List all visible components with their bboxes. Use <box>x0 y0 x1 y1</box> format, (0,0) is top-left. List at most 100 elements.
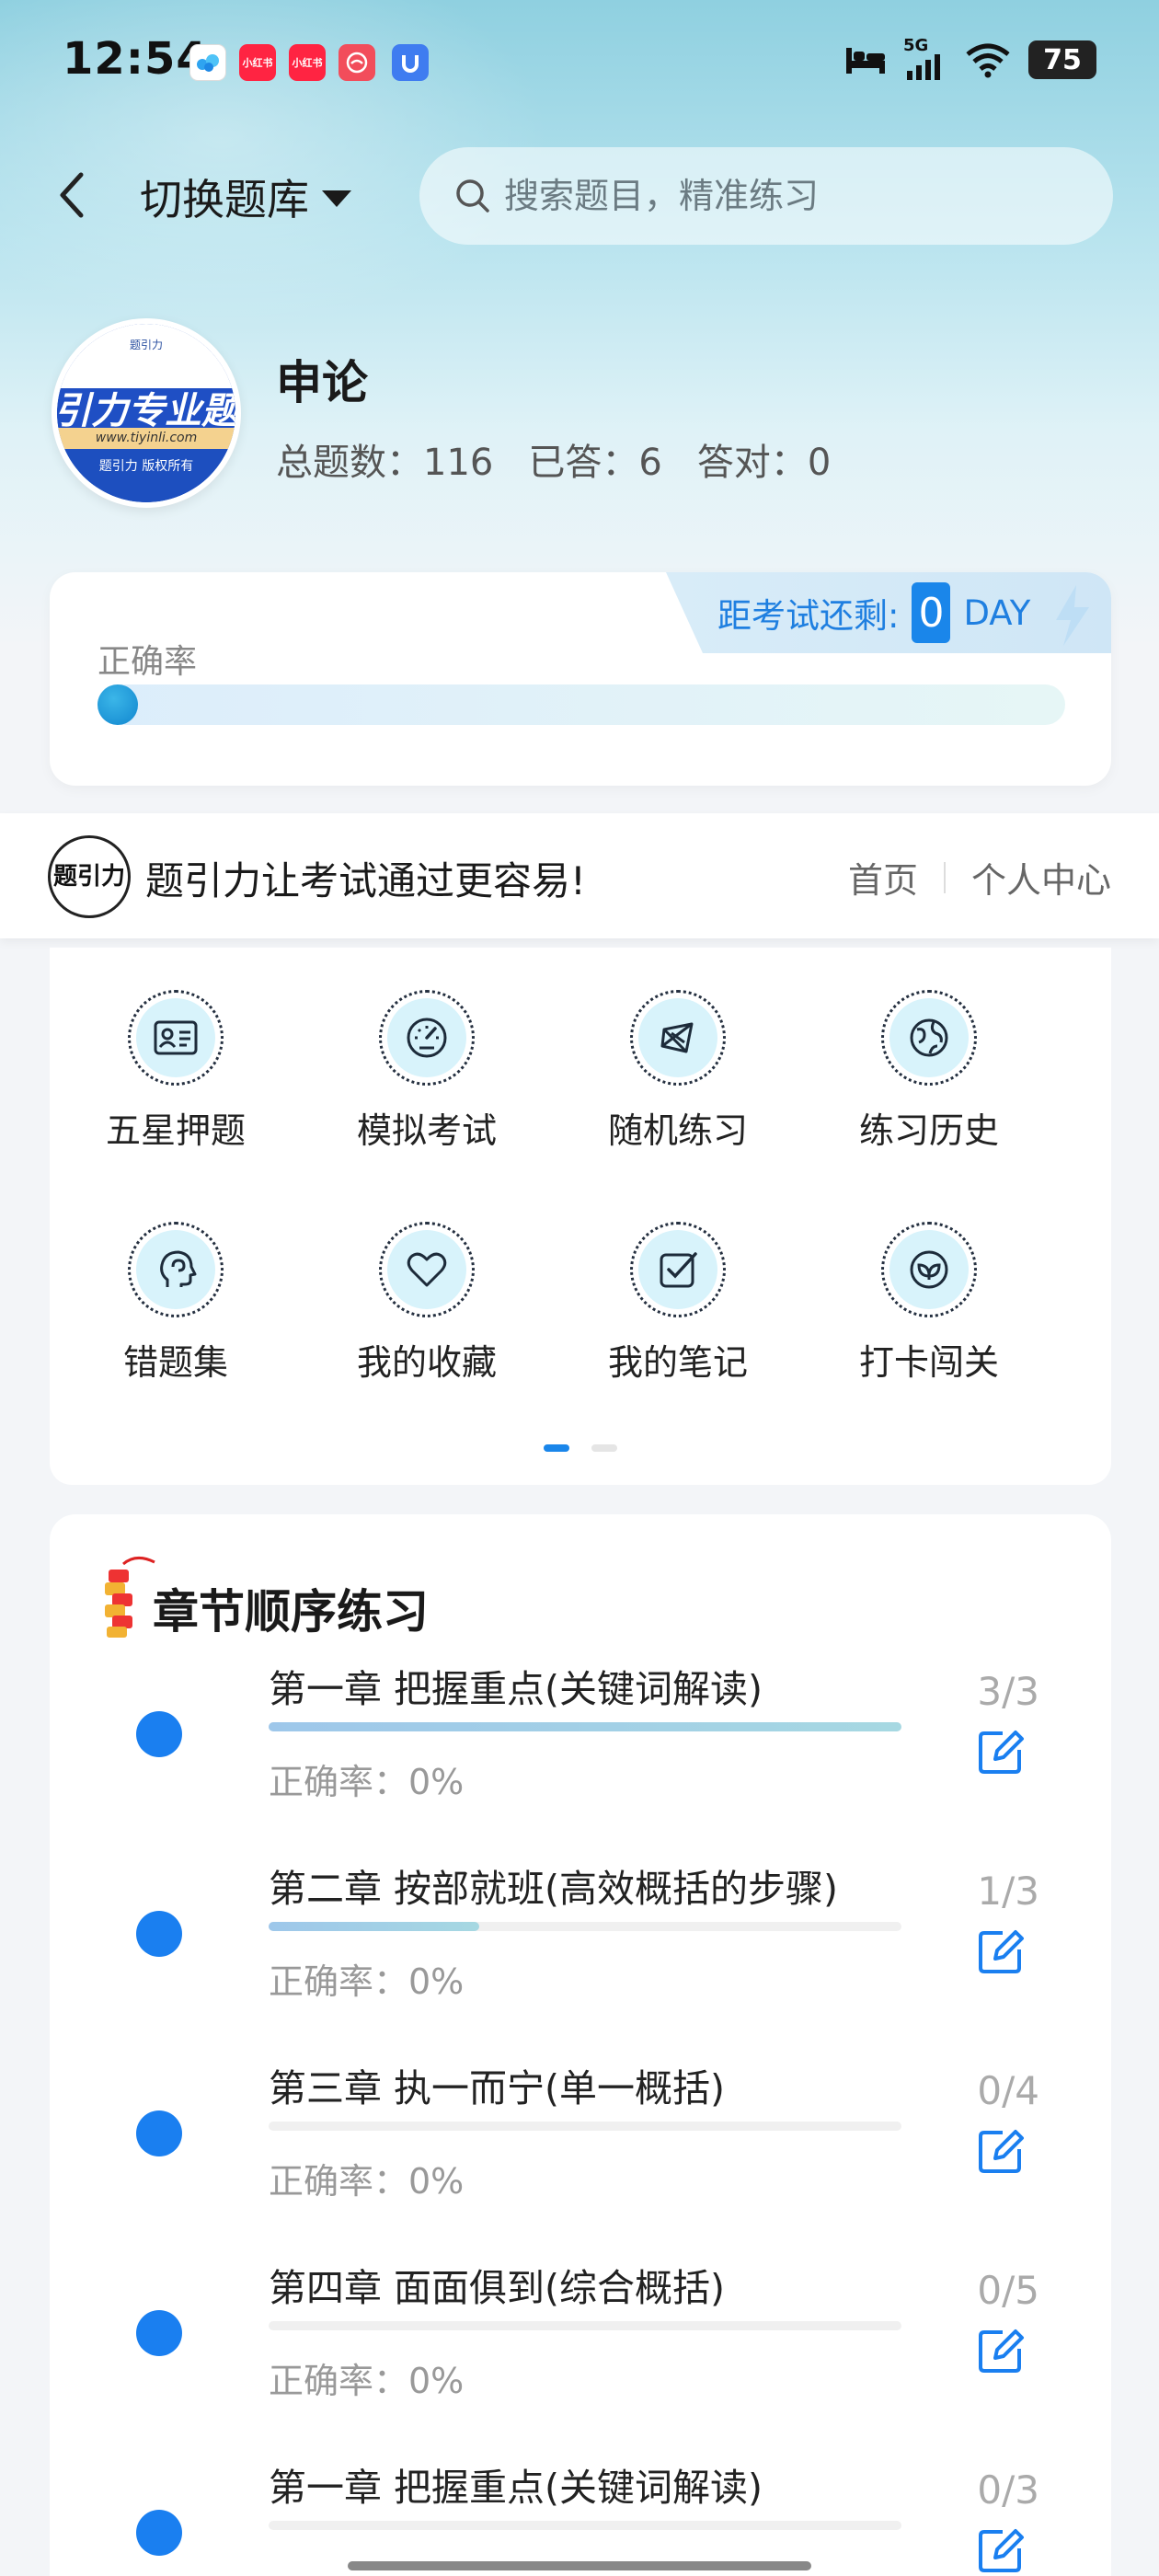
stats-row: 总题数：116 已答：6 答对：0 <box>276 432 831 486</box>
signal-icon: 5G <box>903 36 947 80</box>
feature-five-star[interactable]: 五星押题 <box>51 948 301 1159</box>
search-box[interactable] <box>419 147 1113 245</box>
head-brain-icon <box>160 1250 197 1287</box>
chapter-count: 0/4 <box>977 2068 1039 2113</box>
accuracy-label: 正确率 <box>98 643 198 681</box>
chapter-count: 0/3 <box>977 2467 1039 2513</box>
chapter-row[interactable]: 第四章 面面俱到(综合概括) 正确率：0% 0/5 <box>50 2257 1111 2456</box>
chapter-row[interactable]: 第三章 执一而宁(单一概括) 正确率：0% 0/4 <box>50 2057 1111 2257</box>
xiaohongshu-icon: 小红书 <box>289 44 326 81</box>
id-card-icon <box>154 1020 198 1055</box>
chapter-practice-card: 章节顺序练习 第一章 把握重点(关键词解读) 正确率：0% 3/3 第二章 按部… <box>50 1514 1111 2576</box>
chapter-row[interactable]: 第一章 把握重点(关键词解读) 正确率：0% 3/3 <box>50 1658 1111 1857</box>
search-icon <box>456 179 489 213</box>
chapter-progress-track <box>269 1722 901 1731</box>
feature-label: 随机练习 <box>607 1110 748 1151</box>
switch-bank-dropdown[interactable]: 切换题库 <box>140 167 351 226</box>
edit-icon[interactable] <box>975 1726 1027 1777</box>
accuracy-progress-track <box>98 684 1065 725</box>
status-time: 12:54 <box>63 33 208 85</box>
chapter-progress-fill <box>269 1922 480 1931</box>
note-check-icon <box>660 1252 697 1288</box>
chapter-title: 第三章 执一而宁(单一概括) <box>269 2066 726 2110</box>
status-bar: 12:54 小红书 小红书 5G 75 <box>0 0 1159 120</box>
chevron-left-icon <box>60 172 84 218</box>
feature-label: 我的笔记 <box>607 1342 748 1383</box>
chapter-dot <box>136 2110 182 2156</box>
logo-band-text: 引力专业题 <box>57 387 235 432</box>
pager-dots <box>50 1444 1111 1452</box>
wifi-icon <box>966 43 1010 78</box>
exam-countdown: 距考试还剩: 0 DAY <box>666 572 1111 653</box>
lightning-icon <box>1056 585 1089 646</box>
countdown-value: 0 <box>912 582 951 643</box>
xiaohongshu-icon: 小红书 <box>239 44 276 81</box>
slogan-bar: 题引力 题引力让考试通过更容易! 首页 个人中心 <box>0 813 1159 938</box>
countdown-unit: DAY <box>963 592 1031 633</box>
feature-history[interactable]: 练习历史 <box>804 948 1054 1159</box>
stat-correct: 答对：0 <box>696 442 832 484</box>
chapter-row[interactable]: 第一章 把握重点(关键词解读) 0/3 <box>50 2456 1111 2576</box>
pager-dot[interactable] <box>591 1444 617 1452</box>
feature-wrong-questions[interactable]: 错题集 <box>51 1179 301 1391</box>
top-nav: 首页 个人中心 <box>848 852 1111 903</box>
chapter-count: 0/5 <box>977 2268 1039 2313</box>
chapter-progress-track <box>269 2321 901 2330</box>
heart-icon <box>407 1252 447 1287</box>
leaf-badge-icon <box>910 1250 948 1289</box>
nav-profile-link[interactable]: 个人中心 <box>971 852 1111 903</box>
battery-indicator: 75 <box>1028 40 1096 79</box>
bed-icon <box>846 48 885 74</box>
edit-icon[interactable] <box>975 1926 1027 1977</box>
random-network-icon <box>660 1022 694 1053</box>
app-icon <box>339 44 375 81</box>
search-input[interactable] <box>504 176 1056 216</box>
nav-home-link[interactable]: 首页 <box>848 852 918 903</box>
feature-label: 五星押题 <box>105 1110 246 1151</box>
globe-icon <box>910 1018 948 1057</box>
chapter-title: 第一章 把握重点(关键词解读) <box>269 2466 763 2510</box>
chapter-section-title: 章节顺序练习 <box>153 1585 429 1639</box>
chapter-dot <box>136 2310 182 2356</box>
edit-icon[interactable] <box>975 2125 1027 2177</box>
stat-total: 总题数：116 <box>276 442 494 484</box>
feature-favorites[interactable]: 我的收藏 <box>302 1179 552 1391</box>
chapter-dot <box>136 2510 182 2556</box>
stat-answered: 已答：6 <box>528 442 662 484</box>
logo-copyright-text: 题引力 版权所有 <box>57 448 235 502</box>
home-indicator[interactable] <box>348 2561 811 2570</box>
switch-bank-label: 切换题库 <box>140 175 309 224</box>
chapter-row[interactable]: 第二章 按部就班(高效概括的步骤) 正确率：0% 1/3 <box>50 1857 1111 2057</box>
chapter-progress-track <box>269 2521 901 2530</box>
chapter-count: 1/3 <box>977 1869 1039 1914</box>
logo-top-text: 题引力 <box>129 339 163 351</box>
system-icons: 5G 75 <box>844 36 1096 83</box>
app-icon-blue <box>392 44 429 81</box>
firecracker-icon <box>105 1557 155 1638</box>
back-button[interactable] <box>52 166 92 224</box>
speedometer-icon <box>407 1018 447 1058</box>
feature-label: 错题集 <box>122 1342 228 1383</box>
chapter-progress-track <box>269 2122 901 2131</box>
edit-icon[interactable] <box>975 2524 1027 2576</box>
edit-icon[interactable] <box>975 2325 1027 2376</box>
feature-random-practice[interactable]: 随机练习 <box>553 948 803 1159</box>
chapter-accuracy: 正确率：0% <box>269 2161 465 2202</box>
feature-label: 我的收藏 <box>356 1342 497 1383</box>
feature-notes[interactable]: 我的笔记 <box>553 1179 803 1391</box>
nav-divider <box>943 861 946 893</box>
caret-down-icon <box>322 190 351 207</box>
chapter-accuracy: 正确率：0% <box>269 1961 465 2002</box>
question-bank-logo: 题引力 引力专业题 www.tiyinli.com 题引力 版权所有 <box>52 318 241 508</box>
chapter-progress-fill <box>269 1722 901 1731</box>
chapter-dot <box>136 1711 182 1757</box>
feature-mock-exam[interactable]: 模拟考试 <box>302 948 552 1159</box>
accuracy-card: 距考试还剩: 0 DAY 正确率 <box>50 572 1111 786</box>
chapter-progress-track <box>269 1922 901 1931</box>
pager-dot-active[interactable] <box>544 1444 569 1452</box>
feature-label: 练习历史 <box>858 1110 999 1151</box>
slogan-text: 题引力让考试通过更容易! <box>145 858 586 903</box>
feature-checkin[interactable]: 打卡闯关 <box>804 1179 1054 1391</box>
countdown-label: 距考试还剩: <box>717 596 900 636</box>
chapter-title: 第四章 面面俱到(综合概括) <box>269 2266 726 2310</box>
